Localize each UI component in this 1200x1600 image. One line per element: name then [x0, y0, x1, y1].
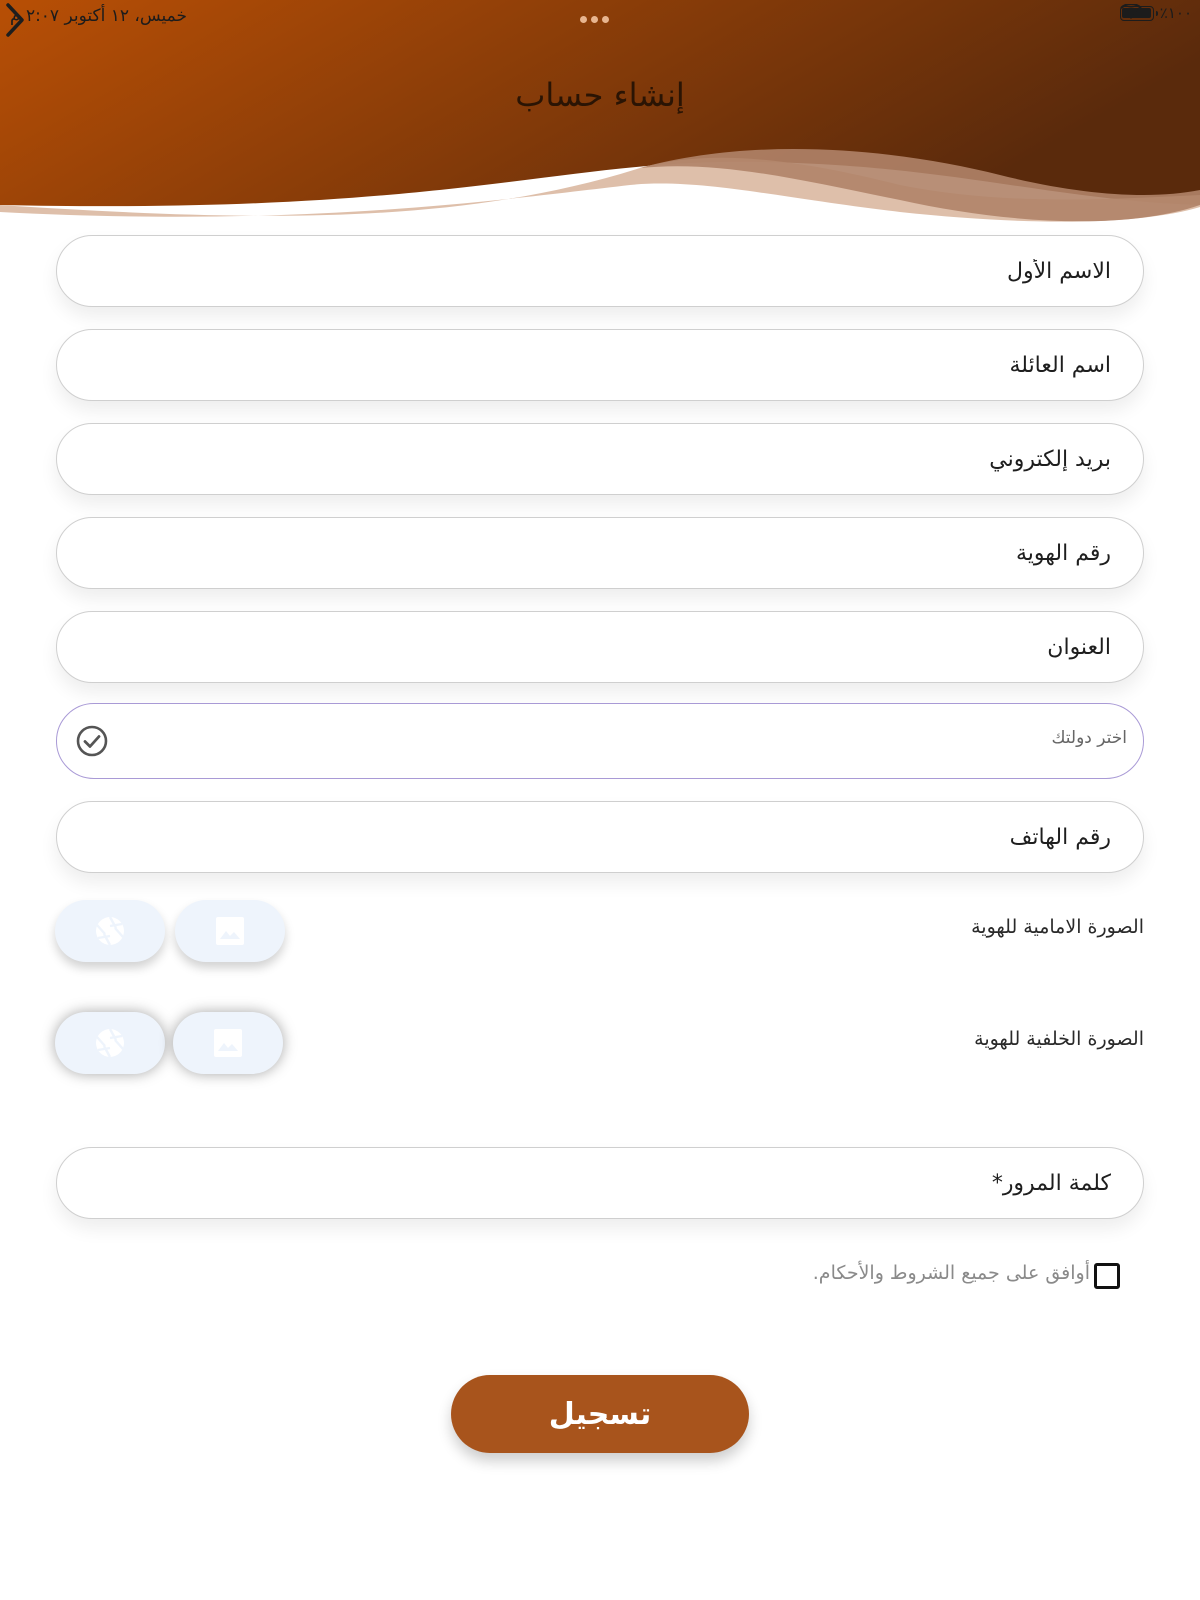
first-name-field[interactable]: [56, 235, 1144, 307]
password-input[interactable]: [57, 1148, 1143, 1218]
header-wave-background: [0, 0, 1200, 222]
id-number-input[interactable]: [57, 518, 1143, 588]
terms-checkbox[interactable]: [1094, 1263, 1120, 1289]
address-input[interactable]: [57, 612, 1143, 682]
status-right: ٪١٠٠: [1119, 4, 1192, 22]
camera-shutter-icon: [96, 916, 124, 946]
image-icon: [216, 917, 244, 945]
front-id-gallery-button[interactable]: [175, 900, 285, 962]
front-id-label: الصورة الامامية للهوية: [971, 916, 1144, 938]
camera-shutter-icon: [96, 1028, 124, 1058]
battery-percent: ٪١٠٠: [1159, 4, 1192, 22]
back-id-gallery-button[interactable]: [173, 1012, 283, 1074]
address-field[interactable]: [56, 611, 1144, 683]
back-id-label: الصورة الخلفية للهوية: [974, 1028, 1144, 1050]
check-circle-icon[interactable]: [75, 724, 109, 758]
id-number-field[interactable]: [56, 517, 1144, 589]
header: خميس، ١٢ أكتوبر ٢:٠٧ م ٪١٠٠ إنشاء حساب: [0, 0, 1200, 230]
status-datetime: خميس، ١٢ أكتوبر ٢:٠٧ م: [10, 6, 188, 26]
register-button[interactable]: تسجيل: [451, 1375, 749, 1453]
chevron-right-icon[interactable]: [0, 0, 32, 40]
terms-label[interactable]: أوافق على جميع الشروط والأحكام.: [813, 1262, 1090, 1284]
phone-field[interactable]: [56, 801, 1144, 873]
email-input[interactable]: [57, 424, 1143, 494]
country-select[interactable]: اختر دولتك: [56, 703, 1144, 779]
family-name-input[interactable]: [57, 330, 1143, 400]
password-field[interactable]: [56, 1147, 1144, 1219]
image-icon: [214, 1029, 242, 1057]
family-name-field[interactable]: [56, 329, 1144, 401]
first-name-input[interactable]: [57, 236, 1143, 306]
multitask-dots-icon[interactable]: [580, 8, 620, 23]
country-select-label: اختر دولتك: [1051, 728, 1127, 748]
phone-input[interactable]: [57, 802, 1143, 872]
back-id-camera-button[interactable]: [55, 1012, 165, 1074]
page-title: إنشاء حساب: [515, 76, 685, 114]
email-field[interactable]: [56, 423, 1144, 495]
wifi-icon: [1120, 4, 1142, 19]
front-id-camera-button[interactable]: [55, 900, 165, 962]
